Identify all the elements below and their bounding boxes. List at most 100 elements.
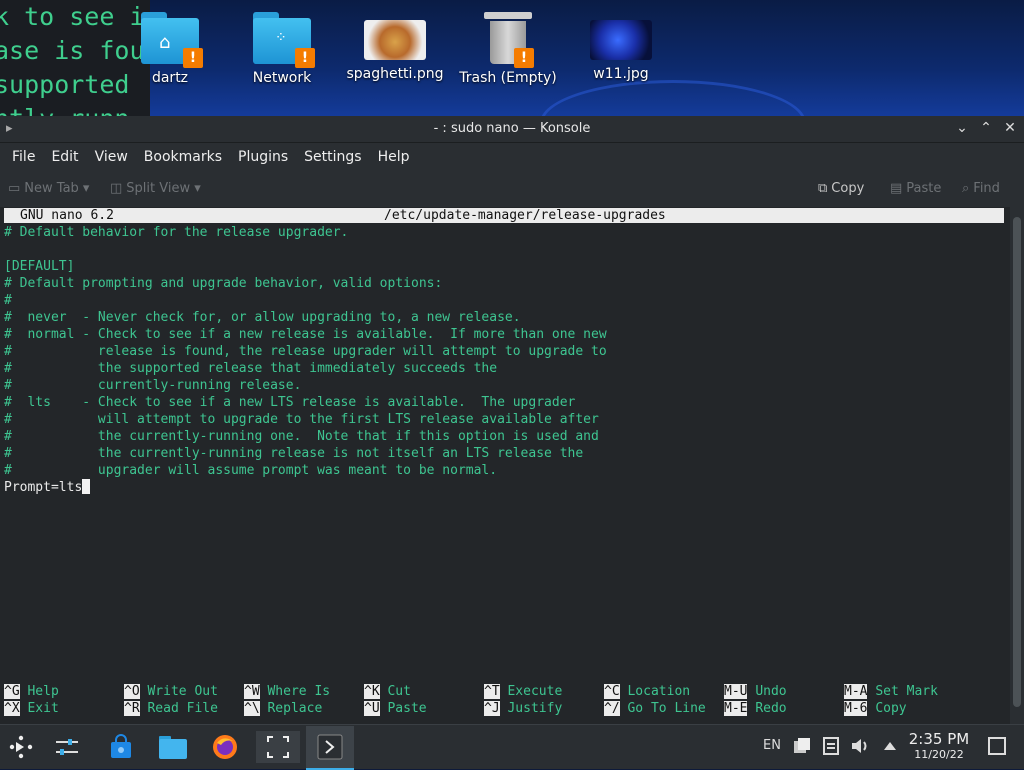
warning-badge-icon: ! [295, 48, 315, 68]
shortcut-write-out[interactable]: ^O Write Out [124, 683, 218, 700]
nano-version: GNU nano 6.2 [20, 208, 114, 223]
file-line: # release is found, the release upgrader… [4, 344, 607, 359]
desktop-icon-label: w11.jpg [593, 66, 649, 82]
new-tab-button[interactable]: ▭ New Tab ▾ [8, 181, 89, 196]
shortcut-undo[interactable]: M-U Undo [724, 683, 787, 700]
minimize-icon[interactable]: ⌄ [954, 119, 970, 137]
copy-button[interactable]: ⧉ Copy [818, 181, 864, 196]
file-line: [DEFAULT] [4, 259, 75, 274]
menu-file[interactable]: File [4, 149, 43, 165]
menu-view[interactable]: View [87, 149, 136, 165]
toolbar: ▭ New Tab ▾ ◫ Split View ▾ ⧉ Copy ▤ Paste ⌕ F… [0, 171, 1024, 208]
warning-badge-icon: ! [183, 48, 203, 68]
menu-settings[interactable]: Settings [296, 149, 369, 165]
file-line: # [4, 293, 12, 308]
shortcut-paste[interactable]: ^U Paste [364, 700, 427, 717]
file-line: # upgrader will assume prompt was meant … [4, 463, 498, 478]
desktop: k to see i ase is fou supported ntly-run… [0, 0, 1024, 116]
file-line: # Default prompting and upgrade behavior… [4, 276, 443, 291]
terminal-area[interactable]: GNU nano 6.2 /etc/update-manager/release… [0, 207, 1010, 724]
shortcut-cut[interactable]: ^K Cut [364, 683, 411, 700]
search-icon: ⌕ [962, 181, 970, 196]
file-line: # lts - Check to see if a new LTS releas… [4, 395, 576, 410]
prompt-line: Prompt=lts [4, 479, 91, 496]
copy-icon: ⧉ [818, 181, 828, 196]
desktop-icon-trash[interactable]: ! Trash (Empty) [453, 12, 563, 86]
shortcut-replace[interactable]: ^\ Replace [244, 700, 322, 717]
expand-tray-icon[interactable] [882, 736, 898, 760]
file-line: # normal - Check to see if a new release… [4, 327, 607, 342]
desktop-icon-w11[interactable]: w11.jpg [566, 12, 676, 82]
clock-date: 11/20/22 [914, 748, 964, 761]
konsole-window: ▸ - : sudo nano — Konsole ⌄ ⌃ ✕ File Edi… [0, 116, 1024, 724]
menu-bar: File Edit View Bookmarks Plugins Setting… [0, 143, 1024, 171]
terminal-scrollbar[interactable] [1010, 207, 1024, 724]
image-thumbnail-icon [590, 20, 652, 60]
shortcut-go-to-line[interactable]: ^/ Go To Line [604, 700, 706, 717]
new-tab-icon: ▭ [8, 181, 21, 196]
menu-help[interactable]: Help [370, 149, 418, 165]
language-indicator[interactable]: EN [763, 738, 781, 753]
firefox-icon[interactable] [208, 731, 242, 763]
home-folder-icon: ⌂ ! [141, 12, 203, 68]
desktop-icon-label: Network [252, 70, 312, 86]
settings-sliders-icon[interactable] [50, 731, 84, 763]
file-line: # will attempt to upgrade to the first L… [4, 412, 599, 427]
close-icon[interactable]: ✕ [1002, 119, 1018, 137]
konsole-taskbar-button[interactable] [306, 726, 354, 770]
menu-bookmarks[interactable]: Bookmarks [136, 149, 230, 165]
menu-edit[interactable]: Edit [43, 149, 86, 165]
desktop-icon-spaghetti[interactable]: spaghetti.png [340, 12, 450, 82]
window-title: - : sudo nano — Konsole [433, 121, 591, 136]
bg-terminal-line: ntly-runn [0, 102, 150, 116]
shortcut-justify[interactable]: ^J Justify [484, 700, 562, 717]
notes-icon[interactable] [822, 736, 840, 760]
paste-button[interactable]: ▤ Paste [890, 181, 941, 196]
nano-filename: /etc/update-manager/release-upgrades [384, 208, 666, 223]
file-line: # the supported release that immediately… [4, 361, 498, 376]
split-view-button[interactable]: ◫ Split View ▾ [110, 181, 201, 196]
text-cursor [82, 479, 91, 494]
shortcut-read-file[interactable]: ^R Read File [124, 700, 218, 717]
file-line: # the currently-running release is not i… [4, 446, 584, 461]
store-bag-icon[interactable] [104, 731, 138, 763]
shortcut-exit[interactable]: ^X Exit [4, 700, 59, 717]
paste-icon: ▤ [890, 181, 903, 196]
shortcut-redo[interactable]: M-E Redo [724, 700, 787, 717]
shortcut-location[interactable]: ^C Location [604, 683, 690, 700]
desktop-icon-dartz[interactable]: ⌂ ! dartz [115, 12, 225, 86]
window-titlebar[interactable]: ▸ - : sudo nano — Konsole ⌄ ⌃ ✕ [0, 116, 1024, 143]
desktop-icon-label: spaghetti.png [346, 66, 444, 82]
shortcut-help[interactable]: ^G Help [4, 683, 59, 700]
clock-time: 2:35 PM [908, 730, 970, 748]
image-thumbnail-icon [364, 20, 426, 60]
network-folder-icon: ⁘ ! [253, 12, 315, 68]
desktop-icon-network[interactable]: ⁘ ! Network [227, 12, 337, 86]
nano-header: GNU nano 6.2 /etc/update-manager/release… [4, 208, 1004, 223]
file-line: # Default behavior for the release upgra… [4, 225, 349, 240]
file-line: # never - Never check for, or allow upgr… [4, 310, 521, 325]
desktop-icon-label: Trash (Empty) [459, 70, 557, 86]
clock[interactable]: 2:35 PM 11/20/22 [905, 730, 973, 761]
wallpaper-swirl [540, 80, 806, 116]
volume-icon[interactable] [850, 736, 872, 760]
taskbar: EN 2:35 PM 11/20/22 [0, 724, 1024, 770]
desktop-icon-label: dartz [151, 70, 189, 86]
file-line: # the currently-running one. Note that i… [4, 429, 599, 444]
menu-plugins[interactable]: Plugins [230, 149, 296, 165]
trash-icon: ! [484, 12, 534, 68]
show-desktop-icon[interactable] [988, 737, 1006, 759]
application-launcher-icon[interactable] [4, 731, 38, 763]
clipboard-icon[interactable] [792, 736, 812, 760]
shortcut-set-mark[interactable]: M-A Set Mark [844, 683, 938, 700]
shortcut-where-is[interactable]: ^W Where Is [244, 683, 330, 700]
maximize-icon[interactable]: ⌃ [978, 119, 994, 137]
shortcut-copy[interactable]: M-6 Copy [844, 700, 907, 717]
warning-badge-icon: ! [514, 48, 534, 68]
screenshot-tool-icon[interactable] [256, 731, 300, 763]
find-button[interactable]: ⌕ Find [962, 181, 1000, 196]
shortcut-execute[interactable]: ^T Execute [484, 683, 562, 700]
file-line: # currently-running release. [4, 378, 302, 393]
scrollbar-thumb[interactable] [1013, 217, 1021, 707]
file-manager-icon[interactable] [156, 731, 190, 763]
